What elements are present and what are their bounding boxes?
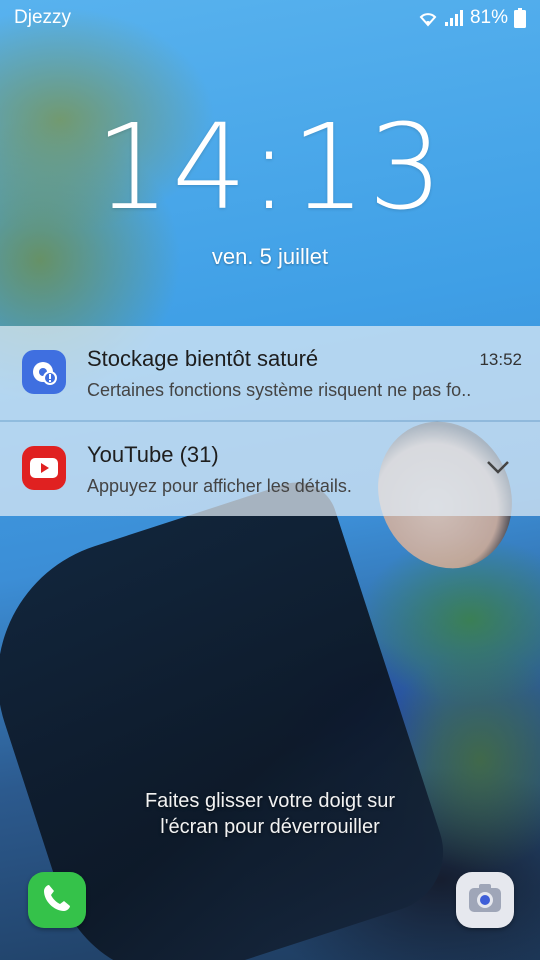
notification-text: Certaines fonctions système risquent ne …	[87, 380, 472, 400]
phone-shortcut-button[interactable]	[28, 872, 86, 928]
lock-screen-date: ven. 5 juillet	[211, 244, 329, 269]
storage-warning-icon	[22, 350, 66, 394]
camera-shortcut-button[interactable]	[456, 872, 514, 928]
chevron-down-icon[interactable]	[486, 460, 510, 479]
signal-icon	[444, 9, 464, 27]
notification-time: 13:52	[479, 350, 522, 369]
notification-youtube[interactable]: YouTube (31) Appuyez pour afficher les d…	[0, 422, 540, 516]
battery-icon	[514, 8, 526, 28]
unlock-hint: Faites glisser votre doigt sur l'écran p…	[0, 788, 540, 840]
notification-text: Appuyez pour afficher les détails.	[87, 476, 352, 496]
wifi-icon	[418, 9, 438, 27]
status-bar: Djezzy 81%	[0, 0, 540, 36]
battery-percent: 81%	[469, 7, 508, 28]
lock-screen-clock: 14:13	[94, 98, 446, 236]
camera-icon	[467, 882, 503, 919]
carrier-name: Djezzy	[14, 7, 72, 28]
notification-storage[interactable]: Stockage bientôt saturé Certaines foncti…	[0, 326, 540, 420]
notification-title: YouTube (31)	[87, 442, 219, 467]
notification-title: Stockage bientôt saturé	[87, 346, 319, 371]
unlock-hint-line2: l'écran pour déverrouiller	[160, 816, 380, 838]
unlock-hint-line1: Faites glisser votre doigt sur	[144, 790, 396, 812]
phone-icon	[40, 881, 74, 920]
status-icons: 81%	[418, 7, 526, 29]
youtube-icon	[22, 446, 66, 490]
